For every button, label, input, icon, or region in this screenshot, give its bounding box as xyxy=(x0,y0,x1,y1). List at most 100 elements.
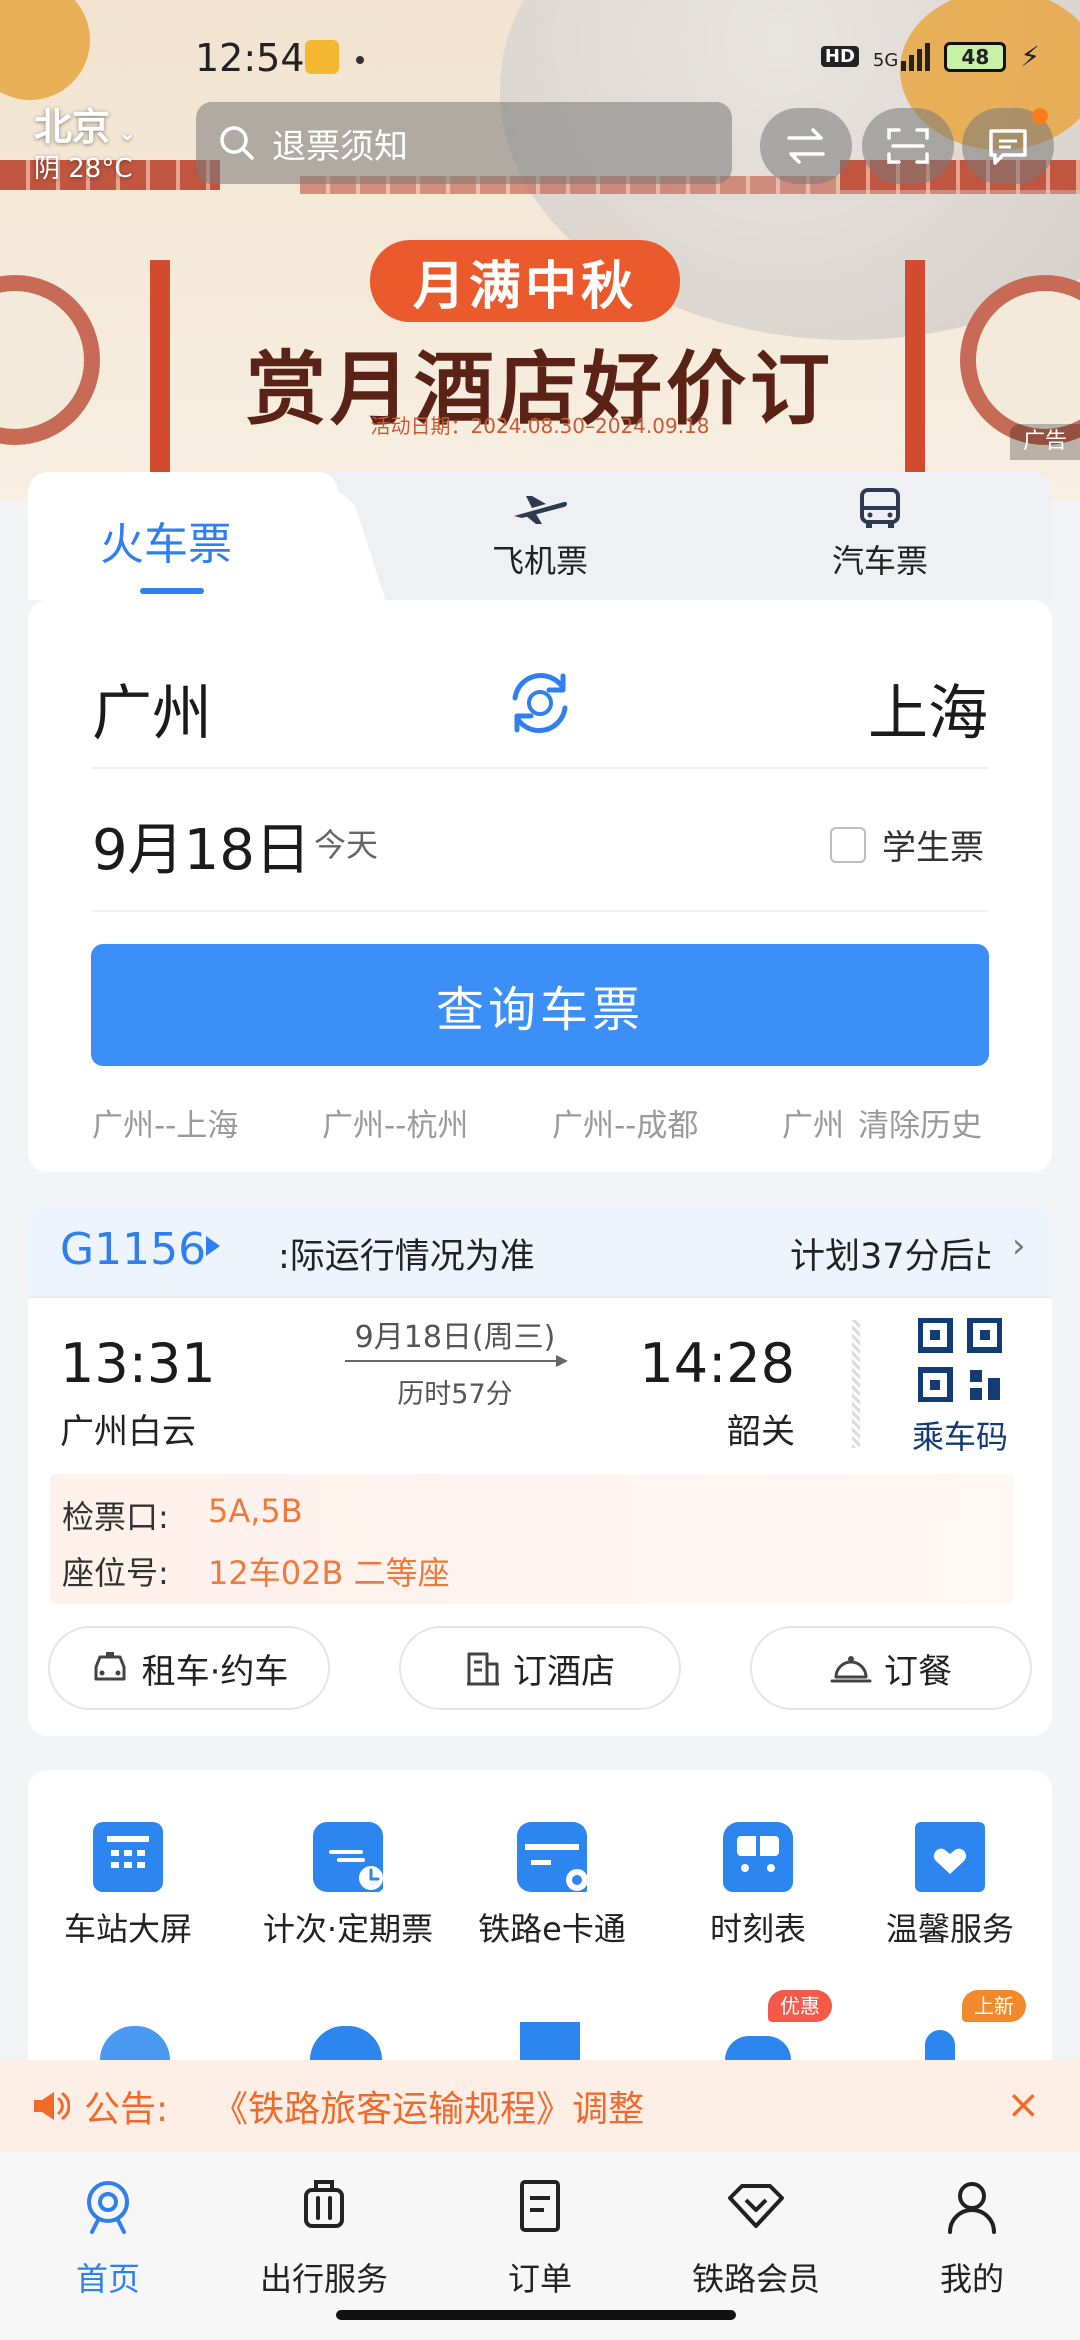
switch-button[interactable] xyxy=(760,108,852,184)
nav-travel-service[interactable]: 出行服务 xyxy=(216,2176,432,2300)
nav-label: 首页 xyxy=(75,2260,140,2298)
trip-header[interactable]: G1156 :际运行情况为准 计划37分后出 › xyxy=(28,1204,1052,1296)
nav-label: 铁路会员 xyxy=(691,2260,820,2298)
pass-ticket-icon xyxy=(313,1822,387,1894)
search-input[interactable]: 退票须知 xyxy=(196,102,732,184)
tab-flight[interactable]: 飞机票 xyxy=(440,488,640,582)
close-icon[interactable]: × xyxy=(1006,2082,1040,2128)
student-label: 学生票 xyxy=(882,828,984,868)
divider xyxy=(92,910,988,912)
car-service-icon[interactable] xyxy=(725,2036,791,2060)
gate-label: 检票口: xyxy=(62,1498,169,1536)
date-hint: 今天 xyxy=(314,826,379,864)
nav-orders[interactable]: 订单 xyxy=(432,2176,648,2300)
message-button[interactable] xyxy=(962,108,1054,184)
city-name: 北京 xyxy=(34,105,111,149)
qr-code-button[interactable]: 乘车码 xyxy=(900,1317,1020,1458)
food-cloche-icon xyxy=(830,1656,872,1683)
tab-train[interactable]: 火车票 xyxy=(28,472,338,600)
nav-label: 订单 xyxy=(507,2260,572,2298)
ticket-perforation xyxy=(852,1320,860,1448)
notice-prefix: 公告: xyxy=(84,2089,169,2130)
depart-station: 广州白云 xyxy=(60,1412,196,1452)
meal-order-label: 订餐 xyxy=(884,1651,952,1692)
travel-date[interactable]: 9月18日 xyxy=(92,805,311,886)
query-tickets-button[interactable]: 查询车票 xyxy=(91,944,989,1066)
promo-tag: 月满中秋 xyxy=(370,240,680,322)
service-pass-ticket[interactable]: 计次·定期票 xyxy=(248,1822,448,1950)
city-selector[interactable]: 北京 ⌄ xyxy=(34,96,136,151)
history-item[interactable]: 广州--上海 xyxy=(92,1100,238,1145)
battery-icon: 48 xyxy=(944,41,1007,72)
hotel-booking-label: 订酒店 xyxy=(513,1651,615,1692)
notice-bar[interactable]: 公告: 《铁路旅客运输规程》调整 × xyxy=(0,2060,1080,2152)
scan-button[interactable] xyxy=(862,108,954,184)
search-placeholder: 退票须知 xyxy=(272,126,408,167)
scan-icon xyxy=(887,128,929,164)
train-number: G1156 xyxy=(60,1224,207,1275)
service-label: 温馨服务 xyxy=(885,1910,1014,1948)
status-bar: 12:54 HD 5G 48 ⚡ xyxy=(0,0,1080,90)
care-service-icon xyxy=(915,1822,985,1892)
tab-bus-label: 汽车票 xyxy=(831,542,928,580)
timetable-icon xyxy=(723,1822,793,1892)
speaker-icon xyxy=(34,2092,70,2120)
station-screen-icon xyxy=(93,1822,163,1892)
ad-label: 广告 xyxy=(1010,424,1080,460)
airplane-icon xyxy=(514,496,567,524)
dot-icon xyxy=(356,56,364,64)
nav-home[interactable]: 首页 xyxy=(0,2176,216,2300)
service-timetable[interactable]: 时刻表 xyxy=(658,1822,858,1950)
tab-bus[interactable]: 汽车票 xyxy=(780,488,980,582)
nav-label: 我的 xyxy=(939,2260,1004,2298)
ai-service-icon[interactable] xyxy=(925,2030,955,2060)
nav-profile[interactable]: 我的 xyxy=(864,2176,1080,2300)
search-icon xyxy=(220,126,254,160)
swap-stations-icon xyxy=(512,673,568,733)
bus-icon xyxy=(860,488,900,528)
qr-code-icon xyxy=(917,1317,1003,1403)
trip-notice-right: 计划37分后出 xyxy=(790,1237,990,1277)
depart-time: 13:31 xyxy=(60,1332,216,1395)
to-station[interactable]: 上海 xyxy=(868,665,988,752)
home-indicator[interactable] xyxy=(336,2310,736,2320)
history-item[interactable]: 广州 xyxy=(782,1100,844,1145)
student-checkbox[interactable] xyxy=(830,826,866,863)
hotel-booking-button[interactable]: 订酒店 xyxy=(399,1626,681,1710)
service-e-card[interactable]: 铁路e卡通 xyxy=(452,1822,652,1950)
diamond-icon xyxy=(728,2184,784,2228)
car-icon xyxy=(94,1652,126,1681)
chevron-down-icon: ⌄ xyxy=(118,121,137,146)
service-care[interactable]: 温馨服务 xyxy=(850,1822,1050,1950)
tab-indicator xyxy=(140,588,204,594)
status-time: 12:54 xyxy=(195,36,305,80)
trip-duration: 历时57分 xyxy=(397,1379,513,1410)
student-ticket-toggle[interactable]: 学生票 xyxy=(830,820,984,869)
swap-stations-button[interactable] xyxy=(505,668,575,742)
clear-history-button[interactable]: 清除历史 xyxy=(858,1100,982,1145)
car-rental-button[interactable]: 租车·约车 xyxy=(48,1626,330,1710)
from-station[interactable]: 广州 xyxy=(92,665,212,752)
tab-train-label: 火车票 xyxy=(100,519,232,570)
trip-date: 9月18日(周三) xyxy=(354,1320,556,1355)
seat-value: 12车02B 二等座 xyxy=(208,1554,450,1592)
qr-code-label: 乘车码 xyxy=(911,1418,1008,1456)
building-service-icon[interactable] xyxy=(520,2022,580,2060)
meal-order-button[interactable]: 订餐 xyxy=(750,1626,1032,1710)
weather-info: 阴 28°C xyxy=(34,154,133,184)
service-label: 车站大屏 xyxy=(63,1910,192,1948)
trip-notice-left: :际运行情况为准 xyxy=(278,1237,535,1277)
nav-membership[interactable]: 铁路会员 xyxy=(648,2176,864,2300)
home-icon xyxy=(87,2181,129,2234)
nav-label: 出行服务 xyxy=(259,2260,388,2298)
profile-icon xyxy=(948,2182,996,2234)
luggage-icon xyxy=(304,2180,344,2228)
service-station-screen[interactable]: 车站大屏 xyxy=(28,1822,228,1950)
history-item[interactable]: 广州--杭州 xyxy=(322,1100,468,1145)
divider xyxy=(28,1296,1052,1298)
hotel-icon xyxy=(467,1652,499,1686)
service-label: 计次·定期票 xyxy=(262,1910,434,1948)
order-icon xyxy=(520,2180,560,2232)
message-icon xyxy=(989,129,1027,165)
history-item[interactable]: 广州--成都 xyxy=(552,1100,698,1145)
